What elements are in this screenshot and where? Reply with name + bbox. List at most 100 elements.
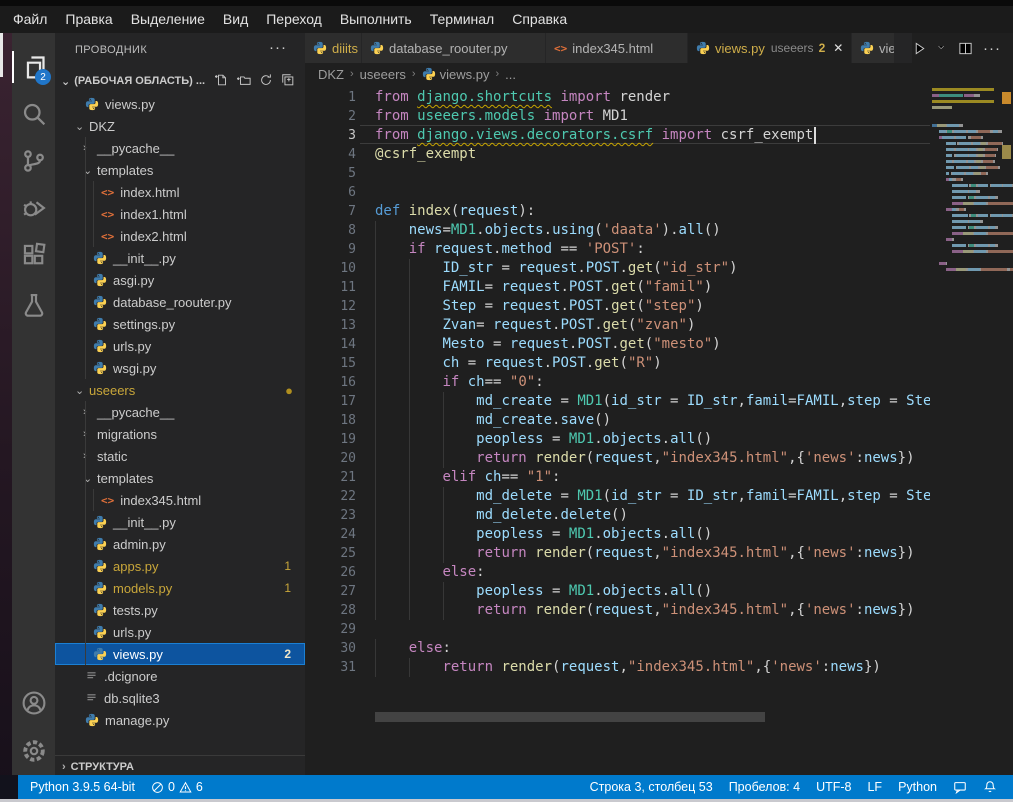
status-bell-icon[interactable] (975, 775, 1005, 799)
code-viewport[interactable]: 1from django.shortcuts import render2fro… (305, 85, 930, 775)
code-line[interactable]: return render(request,"index345.html",{'… (375, 449, 915, 468)
code-line[interactable]: if ch== "0": (375, 373, 544, 392)
new-folder-icon[interactable] (237, 73, 251, 90)
code-line[interactable]: return render(request,"index345.html",{'… (375, 658, 881, 677)
tree-item-migrations[interactable]: ›migrations (55, 423, 305, 445)
breadcrumb-item[interactable]: DKZ (318, 67, 344, 82)
code-line[interactable]: Step = request.POST.get("step") (375, 297, 704, 316)
tree-item-urls.py[interactable]: urls.py (55, 335, 305, 357)
line-number[interactable]: 24 (305, 525, 356, 544)
code-line[interactable]: md_create = MD1(id_str = ID_str,famil=FA… (375, 392, 930, 411)
status-encoding[interactable]: UTF-8 (808, 775, 859, 799)
code-line[interactable]: md_create.save() (375, 411, 611, 430)
code-line[interactable]: md_delete = MD1(id_str = ID_str,famil=FA… (375, 487, 930, 506)
code-line[interactable]: else: (375, 563, 485, 582)
settings-gear-icon[interactable] (12, 731, 55, 771)
status-indentation[interactable]: Пробелов: 4 (721, 775, 808, 799)
menu-item[interactable]: Выполнить (331, 6, 421, 33)
tree-item-index2.html[interactable]: <>index2.html (55, 225, 305, 247)
status-eol[interactable]: LF (859, 775, 890, 799)
tree-item-asgi.py[interactable]: asgi.py (55, 269, 305, 291)
sidebar-more-icon[interactable]: ··· (269, 39, 287, 56)
menu-item[interactable]: Правка (56, 6, 121, 33)
minimap[interactable] (930, 85, 1000, 775)
line-number[interactable]: 1 (305, 88, 356, 107)
line-number[interactable]: 12 (305, 297, 356, 316)
line-number[interactable]: 19 (305, 430, 356, 449)
tree-item-useeers[interactable]: ⌄useeers● (55, 379, 305, 401)
line-number[interactable]: 22 (305, 487, 356, 506)
tree-item-templates[interactable]: ⌄templates (55, 467, 305, 489)
code-line[interactable]: return render(request,"index345.html",{'… (375, 544, 915, 563)
code-line[interactable]: FAMIL= request.POST.get("famil") (375, 278, 712, 297)
status-cursor-position[interactable]: Строка 3, столбец 53 (582, 775, 721, 799)
line-number[interactable]: 6 (305, 183, 356, 202)
line-number[interactable]: 18 (305, 411, 356, 430)
files-icon[interactable]: 2 (12, 47, 55, 87)
tree-item-templates[interactable]: ⌄templates (55, 159, 305, 181)
menu-item[interactable]: Вид (214, 6, 257, 33)
line-number[interactable]: 3 (305, 126, 356, 145)
line-number[interactable]: 9 (305, 240, 356, 259)
code-editor[interactable]: 1from django.shortcuts import render2fro… (305, 85, 1013, 775)
tree-item-index1.html[interactable]: <>index1.html (55, 203, 305, 225)
tree-item-apps.py[interactable]: apps.py1 (55, 555, 305, 577)
tree-item-manage.py[interactable]: manage.py (55, 709, 305, 731)
tab-diiits[interactable]: diiits2● (305, 33, 362, 63)
code-line[interactable]: ch = request.POST.get("R") (375, 354, 662, 373)
code-line[interactable]: Zvan= request.POST.get("zvan") (375, 316, 695, 335)
menu-item[interactable]: Выделение (122, 6, 214, 33)
status-language-mode[interactable]: Python (890, 775, 945, 799)
collapse-all-icon[interactable] (281, 73, 295, 90)
split-editor-icon[interactable] (958, 41, 973, 56)
line-number[interactable]: 8 (305, 221, 356, 240)
tree-item-tests.py[interactable]: tests.py (55, 599, 305, 621)
line-number[interactable]: 31 (305, 658, 356, 677)
code-line[interactable]: md_delete.delete() (375, 506, 628, 525)
breadcrumb-item[interactable]: views.py (422, 67, 490, 82)
code-line[interactable]: if request.method == 'POST': (375, 240, 645, 259)
line-number[interactable]: 5 (305, 164, 356, 183)
tree-item-db.sqlite3[interactable]: db.sqlite3 (55, 687, 305, 709)
line-number[interactable]: 16 (305, 373, 356, 392)
tree-item-__init__.py[interactable]: __init__.py (55, 511, 305, 533)
code-line[interactable]: news=MD1.objects.using('daata').all() (375, 221, 721, 240)
tree-item-models.py[interactable]: models.py1 (55, 577, 305, 599)
line-number[interactable]: 15 (305, 354, 356, 373)
line-number[interactable]: 10 (305, 259, 356, 278)
menu-item[interactable]: Файл (4, 6, 56, 33)
menu-item[interactable]: Переход (257, 6, 331, 33)
search-icon[interactable] (12, 94, 55, 134)
tree-item-index.html[interactable]: <>index.html (55, 181, 305, 203)
line-number[interactable]: 20 (305, 449, 356, 468)
menu-item[interactable]: Терминал (421, 6, 503, 33)
tree-item-.dcignore[interactable]: .dcignore (55, 665, 305, 687)
testing-icon[interactable] (12, 285, 55, 325)
run-icon[interactable] (912, 41, 927, 56)
code-line[interactable]: peopless = MD1.objects.all() (375, 582, 712, 601)
line-number[interactable]: 17 (305, 392, 356, 411)
source-control-icon[interactable] (12, 141, 55, 181)
tree-item-database_roouter.py[interactable]: database_roouter.py (55, 291, 305, 313)
code-line[interactable]: @csrf_exempt (375, 145, 476, 164)
tab-index345.html[interactable]: <>index345.html (546, 33, 688, 63)
outline-section-header[interactable]: › СТРУКТУРА (55, 755, 305, 775)
menu-item[interactable]: Справка (503, 6, 576, 33)
line-number[interactable]: 4 (305, 145, 356, 164)
run-dropdown-icon[interactable] (937, 43, 948, 54)
line-number[interactable]: 11 (305, 278, 356, 297)
account-icon[interactable] (12, 683, 55, 723)
tree-item-DKZ[interactable]: ⌄DKZ (55, 115, 305, 137)
tree-item-wsgi.py[interactable]: wsgi.py (55, 357, 305, 379)
tree-item-index345.html[interactable]: <>index345.html (55, 489, 305, 511)
line-number[interactable]: 28 (305, 601, 356, 620)
code-line[interactable]: Mesto = request.POST.get("mesto") (375, 335, 721, 354)
tree-item-views.py[interactable]: views.py (55, 93, 305, 115)
code-line[interactable]: elif ch== "1": (375, 468, 560, 487)
breadcrumb-item[interactable]: ... (505, 67, 516, 82)
extensions-icon[interactable] (12, 235, 55, 275)
more-actions-icon[interactable]: ··· (983, 40, 1001, 57)
line-number[interactable]: 26 (305, 563, 356, 582)
line-number[interactable]: 14 (305, 335, 356, 354)
code-line[interactable]: peopless = MD1.objects.all() (375, 430, 712, 449)
